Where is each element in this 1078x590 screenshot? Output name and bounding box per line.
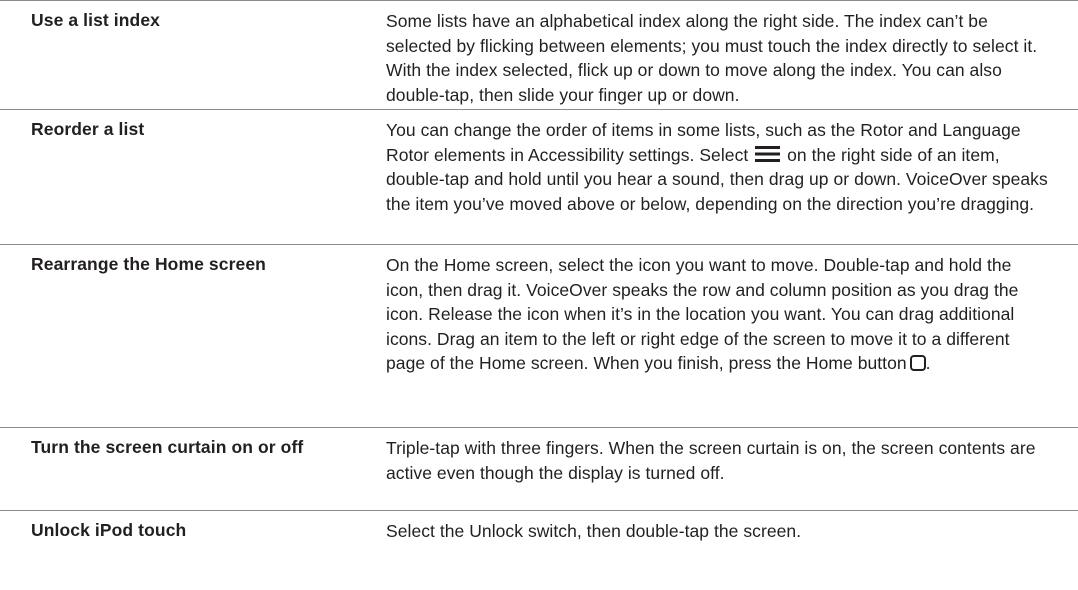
row-description: Select the Unlock switch, then double-ta… (386, 521, 802, 541)
row-term: Reorder a list (31, 119, 145, 139)
table-row: Rearrange the Home screen On the Home sc… (0, 245, 1078, 428)
row-description: On the Home screen, select the icon you … (366, 253, 1078, 419)
reorder-icon (755, 145, 781, 162)
row-term: Unlock iPod touch (31, 520, 187, 540)
row-description: Triple-tap with three fingers. When the … (386, 438, 1036, 483)
row-term: Use a list index (31, 10, 161, 30)
row-term: Rearrange the Home screen (31, 254, 266, 274)
description-text: . (925, 353, 931, 373)
table-row: Unlock iPod touch Select the Unlock swit… (0, 511, 1078, 590)
row-description: Some lists have an alphabetical index al… (386, 11, 1038, 105)
home-button-icon (909, 355, 926, 371)
gesture-table: Use a list index Some lists have an alph… (0, 0, 1078, 590)
row-description: You can change the order of items in som… (366, 118, 1078, 236)
table-row: Reorder a list You can change the order … (0, 110, 1078, 245)
table-row: Turn the screen curtain on or off Triple… (0, 428, 1078, 511)
table-row: Use a list index Some lists have an alph… (0, 1, 1078, 110)
row-term: Turn the screen curtain on or off (31, 437, 304, 457)
